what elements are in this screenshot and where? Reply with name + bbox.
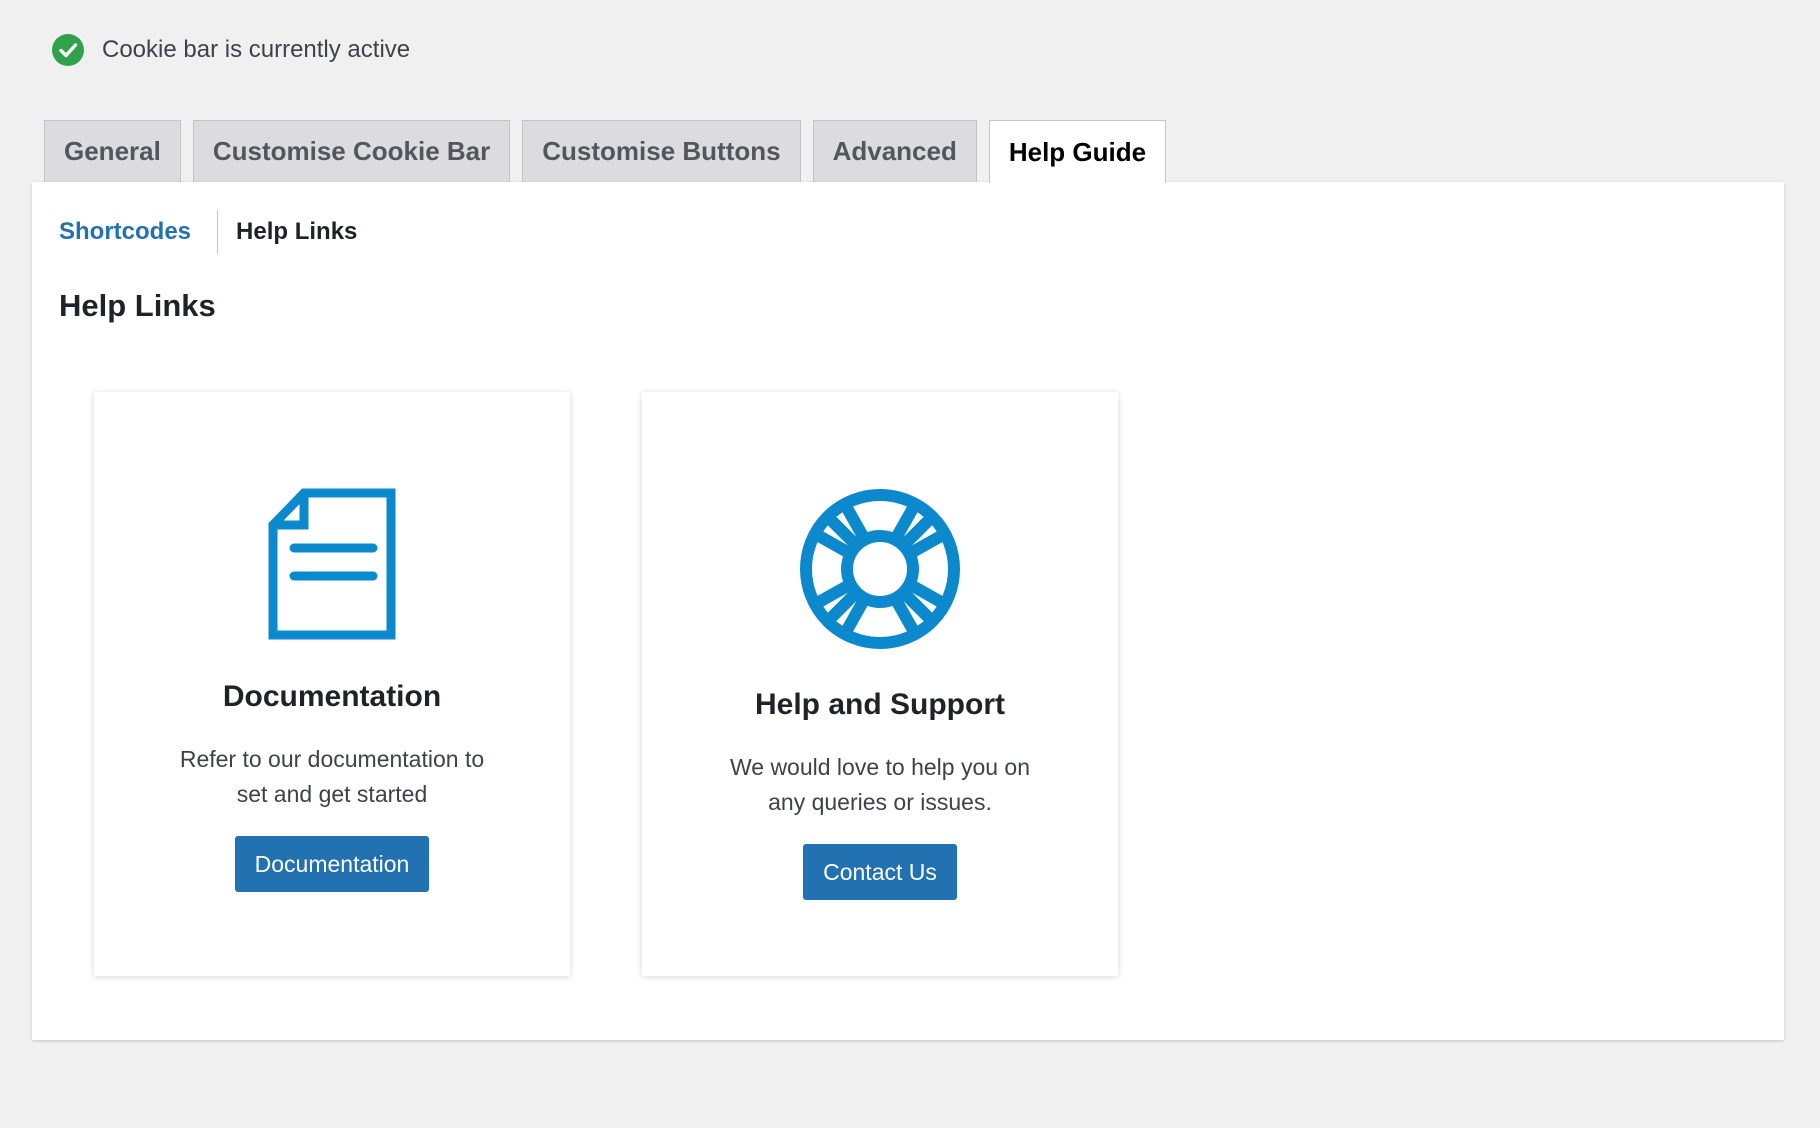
help-subnav: Shortcodes Help Links <box>59 210 383 254</box>
settings-tabs: General Customise Cookie Bar Customise B… <box>44 120 1178 183</box>
status-text: Cookie bar is currently active <box>102 36 411 63</box>
section-title: Help Links <box>59 288 216 323</box>
documentation-card: Documentation Refer to our documentation… <box>94 392 570 976</box>
document-icon <box>268 488 396 640</box>
documentation-button[interactable]: Documentation <box>234 836 430 892</box>
check-circle-icon <box>52 34 84 66</box>
lifebuoy-icon <box>800 489 960 649</box>
tab-customise-buttons[interactable]: Customise Buttons <box>522 120 801 182</box>
subnav-separator <box>217 210 219 254</box>
documentation-card-title: Documentation <box>222 680 442 713</box>
subnav-shortcodes-link[interactable]: Shortcodes <box>59 218 217 246</box>
tab-customise-cookie-bar[interactable]: Customise Cookie Bar <box>192 120 511 182</box>
subnav-help-links-link[interactable]: Help Links <box>236 218 383 246</box>
contact-us-button[interactable]: Contact Us <box>803 844 957 900</box>
help-support-card-title: Help and Support <box>755 688 1005 721</box>
tab-advanced[interactable]: Advanced <box>812 120 977 182</box>
cookie-bar-status: Cookie bar is currently active <box>52 34 410 66</box>
tab-general[interactable]: General <box>44 120 181 182</box>
help-support-card-description: We would love to help you on any queries… <box>729 754 1031 815</box>
help-support-card: Help and Support We would love to help y… <box>642 392 1118 976</box>
tab-help-guide[interactable]: Help Guide <box>988 120 1167 183</box>
help-guide-panel: Shortcodes Help Links Help Links Documen… <box>32 182 1784 1040</box>
documentation-card-description: Refer to our documentation to set and ge… <box>179 746 485 807</box>
